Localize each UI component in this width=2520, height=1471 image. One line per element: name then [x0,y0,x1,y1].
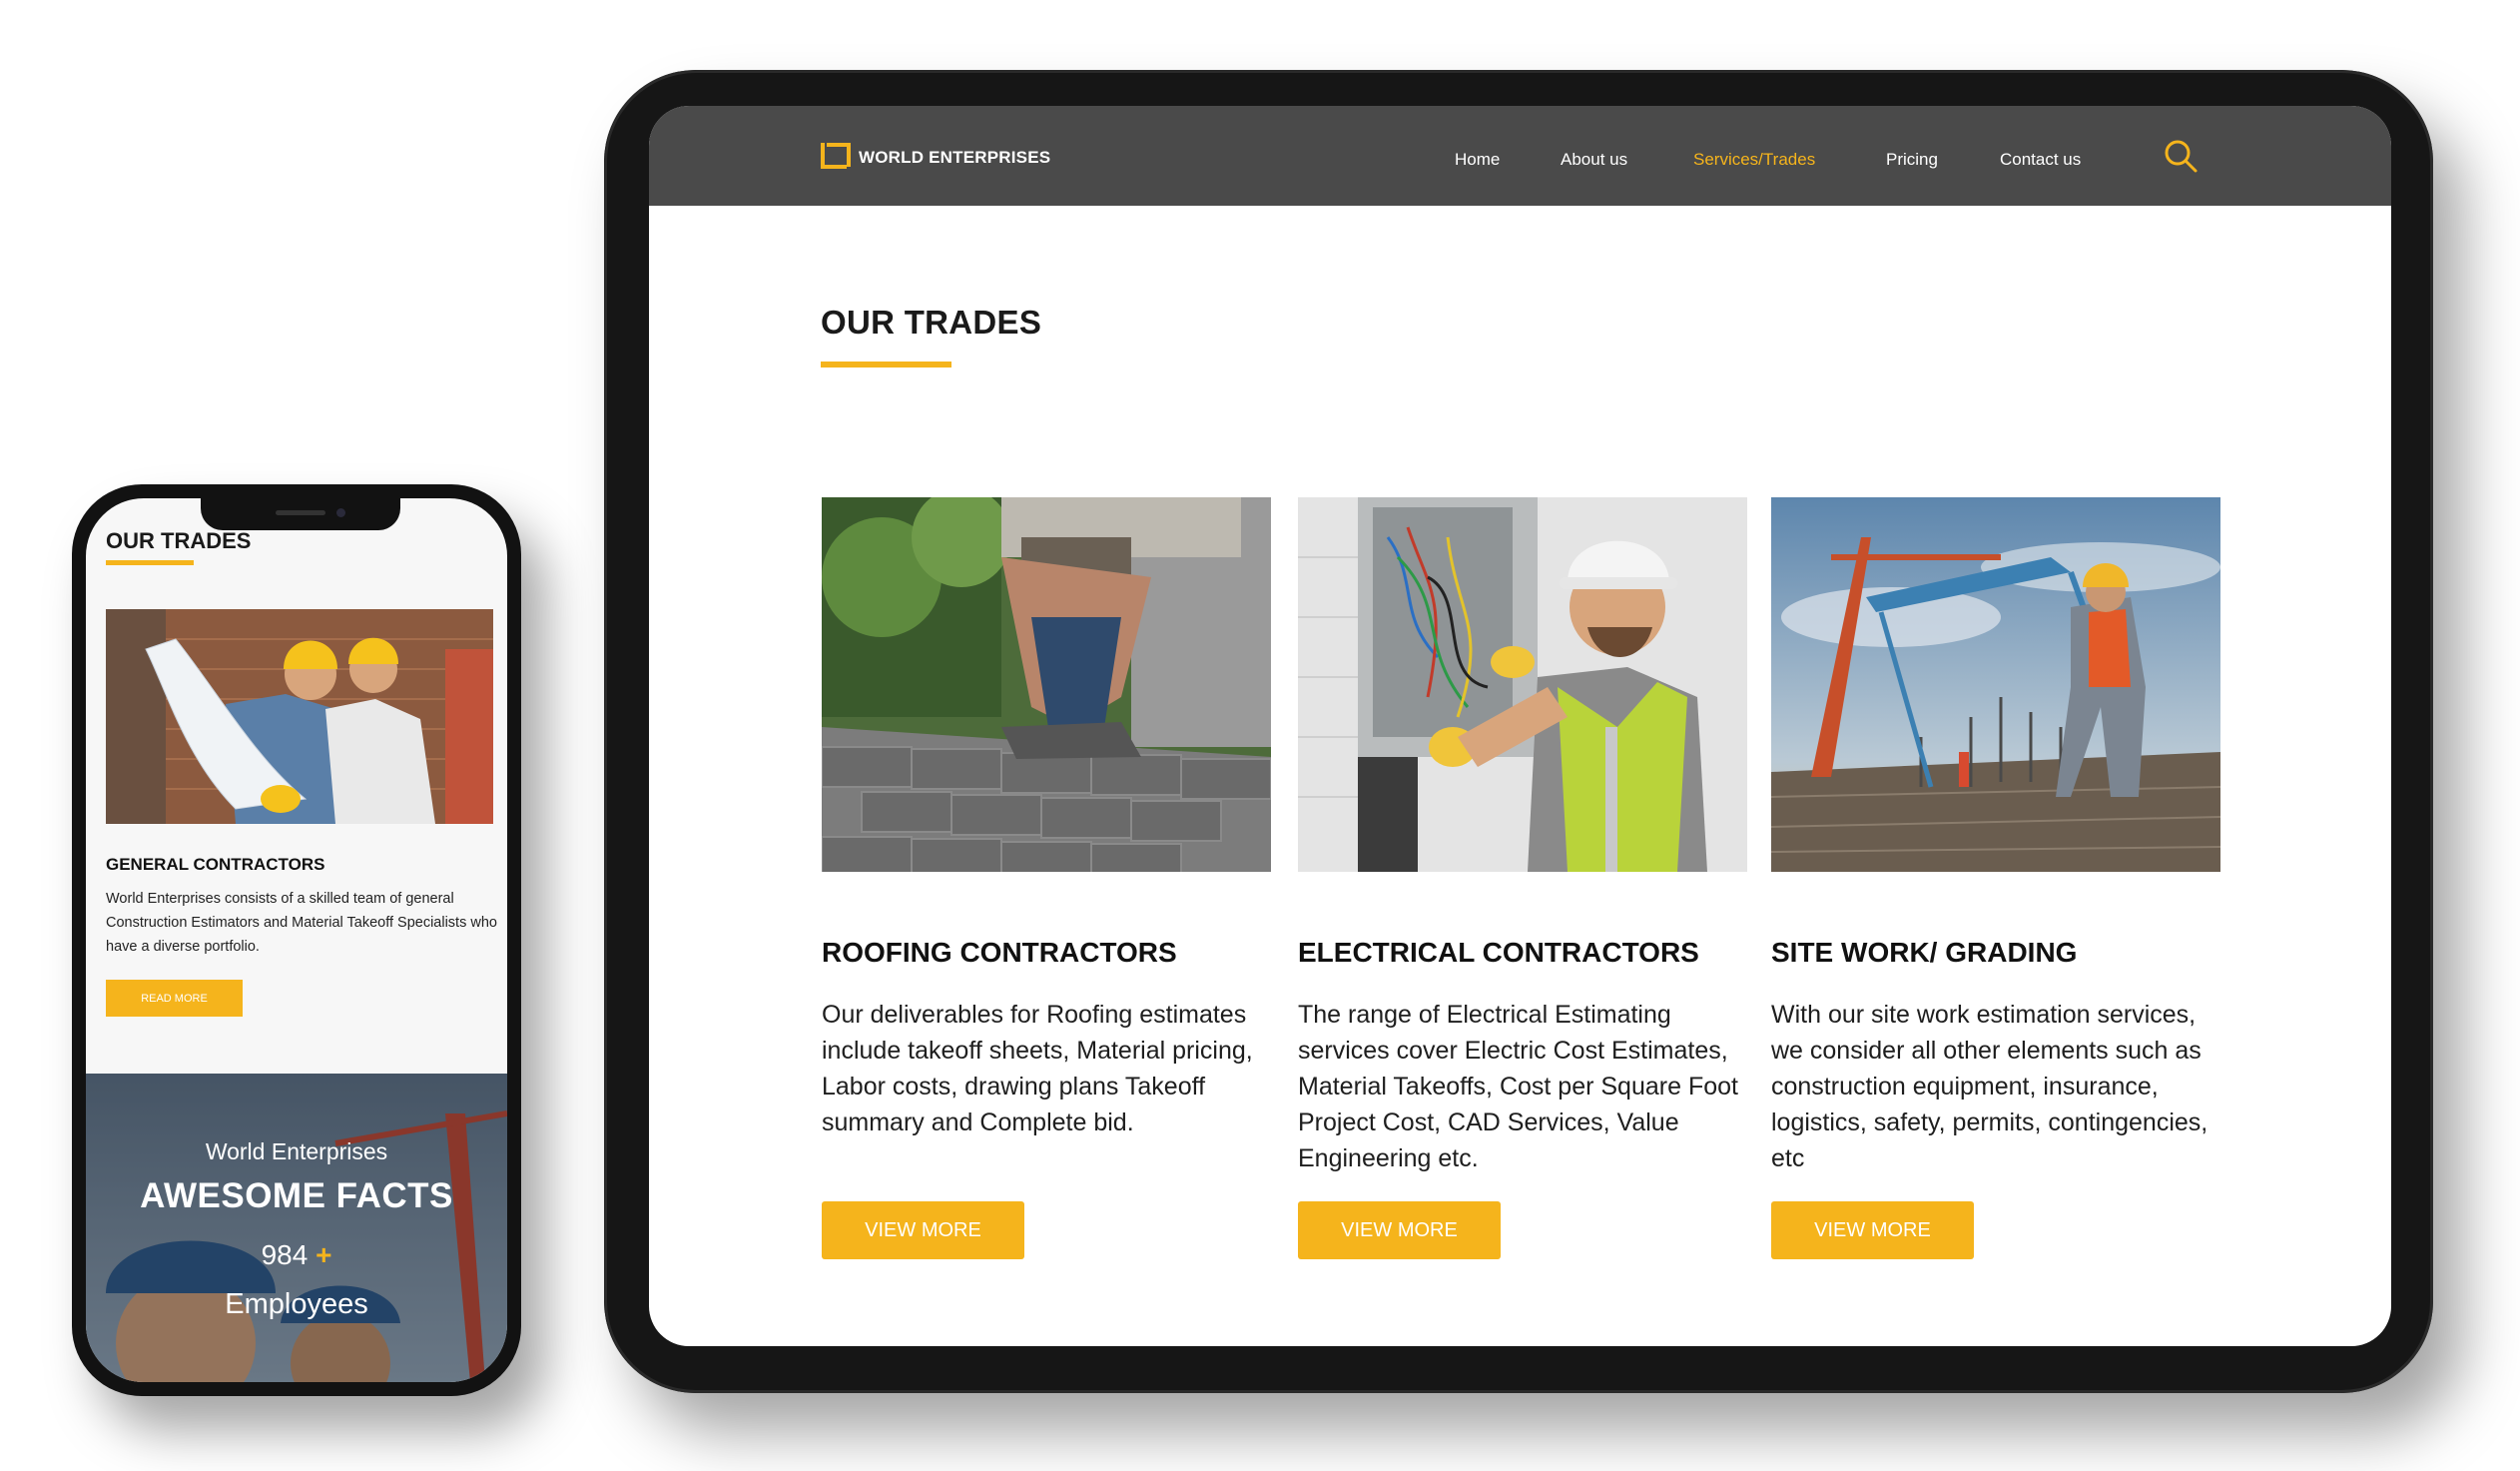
plus-sign: + [315,1239,332,1270]
section-title: OUR TRADES [106,528,252,553]
card-text: Our deliverables for Roofing estimates i… [822,1001,1253,1136]
logo-icon [821,143,851,173]
general-contractors-photo [106,609,493,824]
sitework-photo [1771,497,2220,872]
electrical-photo [1298,497,1747,872]
view-more-button[interactable]: VIEW MORE [1298,1201,1501,1259]
phone-device: OUR TRADES GENERAL CONTRACTORS World Ent… [72,484,521,1396]
view-more-button[interactable]: VIEW MORE [1771,1201,1974,1259]
brand-logo[interactable]: WORLD ENTERPRISES [821,143,1050,173]
top-navbar: WORLD ENTERPRISES Home About us Services… [649,106,2391,206]
read-more-button[interactable]: READ MORE [106,980,243,1017]
facts-background-photo [86,1074,507,1382]
count-value: 984 [261,1239,309,1270]
card-title: ELECTRICAL CONTRACTORS [1298,937,1699,968]
title-underline [821,362,951,368]
trade-card-sitework: SITE WORK/ GRADING With our site work es… [1771,497,2220,1259]
phone-notch [201,498,400,530]
trade-card-electrical: ELECTRICAL CONTRACTORS The range of Elec… [1298,497,1747,1259]
title-underline [106,560,194,565]
brand-name: WORLD ENTERPRISES [859,148,1051,167]
nav-item-services[interactable]: Services/Trades [1693,150,1815,170]
nav-item-home[interactable]: Home [1455,150,1500,170]
card-title: ROOFING CONTRACTORS [822,937,1177,968]
roofing-photo [822,497,1271,872]
awesome-facts-section: World Enterprises AWESOME FACTS 984 + Em… [86,1074,507,1382]
nav-item-contact[interactable]: Contact us [2000,150,2081,170]
facts-subtitle: World Enterprises [205,1138,388,1164]
employees-count: 984 + [86,1239,507,1271]
phone-screen: OUR TRADES GENERAL CONTRACTORS World Ent… [86,498,507,1382]
view-more-button[interactable]: VIEW MORE [822,1201,1024,1259]
card-title: SITE WORK/ GRADING [1771,937,2078,968]
facts-title: AWESOME FACTS [140,1176,453,1215]
search-icon[interactable] [2163,138,2199,174]
card-text: The range of Electrical Estimating servi… [1298,1001,1738,1172]
card-text: With our site work estimation services, … [1771,1001,2208,1172]
tablet-device: WORLD ENTERPRISES Home About us Services… [604,70,2433,1393]
card-text: World Enterprises consists of a skilled … [106,891,497,955]
nav-item-pricing[interactable]: Pricing [1886,150,1938,170]
card-title: GENERAL CONTRACTORS [106,855,325,874]
tablet-screen: WORLD ENTERPRISES Home About us Services… [649,106,2391,1346]
employees-label: Employees [225,1288,368,1320]
nav-item-about[interactable]: About us [1561,150,1627,170]
section-title: OUR TRADES [821,304,1042,341]
trade-card-roofing: ROOFING CONTRACTORS Our deliverables for… [822,497,1271,1259]
